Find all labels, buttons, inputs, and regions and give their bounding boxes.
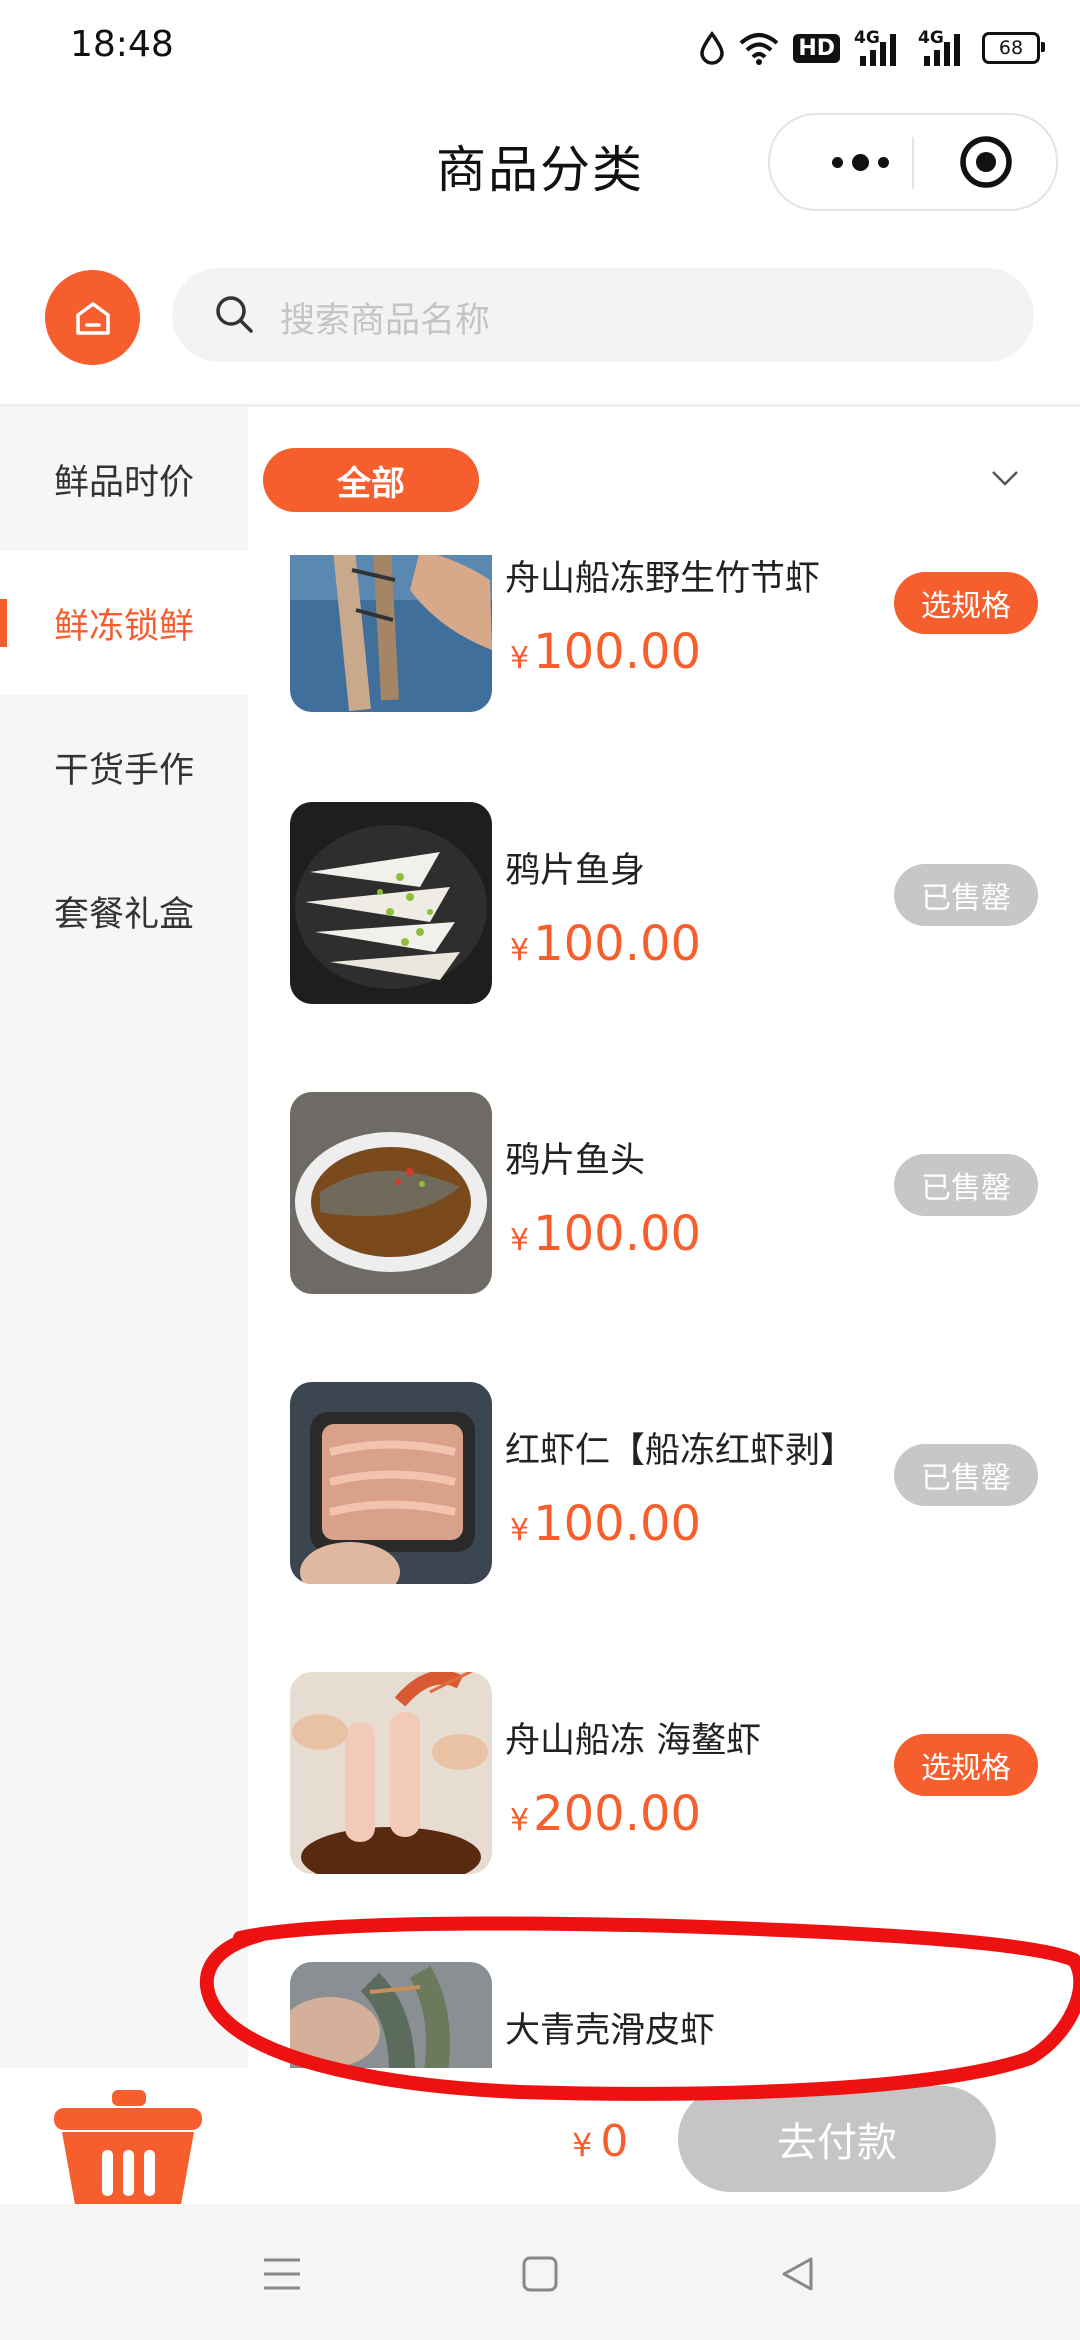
- signal-icon-2: 4G: [918, 28, 968, 68]
- status-time: 18:48: [70, 24, 174, 65]
- home-icon: [75, 301, 110, 335]
- product-item[interactable]: 舟山船冻野生竹节虾 ¥100.00 选规格: [248, 555, 1080, 714]
- product-item[interactable]: 鸦片鱼头 ¥100.00 已售罄: [248, 1092, 1080, 1296]
- product-name: 红虾仁【船冻红虾剥】: [505, 1431, 856, 1471]
- basket-icon[interactable]: [52, 2088, 204, 2218]
- miniprogram-capsule: [768, 113, 1058, 211]
- select-spec-button[interactable]: 选规格: [894, 1734, 1038, 1796]
- back-icon[interactable]: [770, 2246, 826, 2302]
- capsule-divider: [912, 137, 914, 189]
- more-icon[interactable]: [810, 115, 910, 209]
- product-image-fish-head[interactable]: [290, 1092, 492, 1294]
- product-item[interactable]: 红虾仁【船冻红虾剥】 ¥100.00 已售罄: [248, 1382, 1080, 1586]
- close-target-icon[interactable]: [958, 134, 1014, 190]
- search-placeholder: 搜索商品名称: [280, 301, 491, 341]
- product-item[interactable]: 大青壳滑皮虾: [248, 1962, 1080, 2068]
- home-nav-icon[interactable]: [512, 2246, 568, 2302]
- system-nav-bar: [0, 2204, 1080, 2340]
- menu-icon[interactable]: [254, 2246, 310, 2302]
- product-name: 舟山船冻野生竹节虾: [505, 559, 821, 599]
- signal-icon: 4G: [854, 28, 904, 68]
- chevron-down-icon[interactable]: [990, 468, 1020, 488]
- cart-total: ¥0: [572, 2116, 629, 2167]
- cart-bar: ¥0 去付款: [0, 2068, 1080, 2216]
- product-price: ¥100.00: [510, 624, 702, 680]
- product-name: 舟山船冻 海鳌虾: [505, 1721, 762, 1761]
- title-bar: 商品分类: [0, 95, 1080, 230]
- product-image-red-shrimp[interactable]: [290, 1382, 492, 1584]
- product-image-fish-body[interactable]: [290, 802, 492, 1004]
- product-image-blue-shrimp[interactable]: [290, 1962, 492, 2068]
- sidebar-item-frozen[interactable]: 鲜冻锁鲜: [0, 551, 248, 695]
- product-image-langoustine[interactable]: [290, 1672, 492, 1874]
- sold-out-button[interactable]: 已售罄: [894, 1154, 1038, 1216]
- select-spec-button[interactable]: 选规格: [894, 572, 1038, 634]
- search-icon: [216, 296, 253, 333]
- sidebar-item-fresh[interactable]: 鲜品时价: [0, 407, 248, 551]
- status-bar: 18:48 HD 4G 4G 68: [0, 0, 1080, 95]
- filter-chip-all[interactable]: 全部: [263, 448, 479, 512]
- product-price: ¥200.00: [510, 1786, 702, 1842]
- home-button[interactable]: [45, 270, 140, 365]
- product-name: 鸦片鱼头: [505, 1141, 646, 1181]
- product-item[interactable]: 舟山船冻 海鳌虾 ¥200.00 选规格: [248, 1672, 1080, 1876]
- sold-out-button[interactable]: 已售罄: [894, 1444, 1038, 1506]
- product-name: 大青壳滑皮虾: [505, 2011, 716, 2051]
- product-price: ¥100.00: [510, 916, 702, 972]
- status-icons: HD 4G 4G 68: [699, 26, 1045, 70]
- product-price: ¥100.00: [510, 1496, 702, 1552]
- sidebar-item-dried[interactable]: 干货手作: [0, 695, 248, 839]
- product-price: ¥100.00: [510, 1206, 702, 1262]
- drop-icon: [700, 31, 725, 65]
- sold-out-button[interactable]: 已售罄: [894, 864, 1038, 926]
- hd-badge: HD: [793, 33, 840, 63]
- product-name: 鸦片鱼身: [505, 851, 646, 891]
- category-sidebar: 鲜品时价 鲜冻锁鲜 干货手作 套餐礼盒: [0, 407, 248, 2068]
- search-input[interactable]: 搜索商品名称: [172, 268, 1034, 362]
- wifi-icon: [739, 33, 779, 65]
- battery-icon: 68: [982, 32, 1045, 64]
- product-list[interactable]: 舟山船冻野生竹节虾 ¥100.00 选规格 鸦片鱼身 ¥100.00 已售罄 鸦…: [248, 555, 1080, 2068]
- product-image-shrimp[interactable]: [290, 555, 492, 712]
- sidebar-item-giftbox[interactable]: 套餐礼盒: [0, 839, 248, 983]
- product-item[interactable]: 鸦片鱼身 ¥100.00 已售罄: [248, 802, 1080, 1006]
- checkout-button[interactable]: 去付款: [678, 2086, 996, 2192]
